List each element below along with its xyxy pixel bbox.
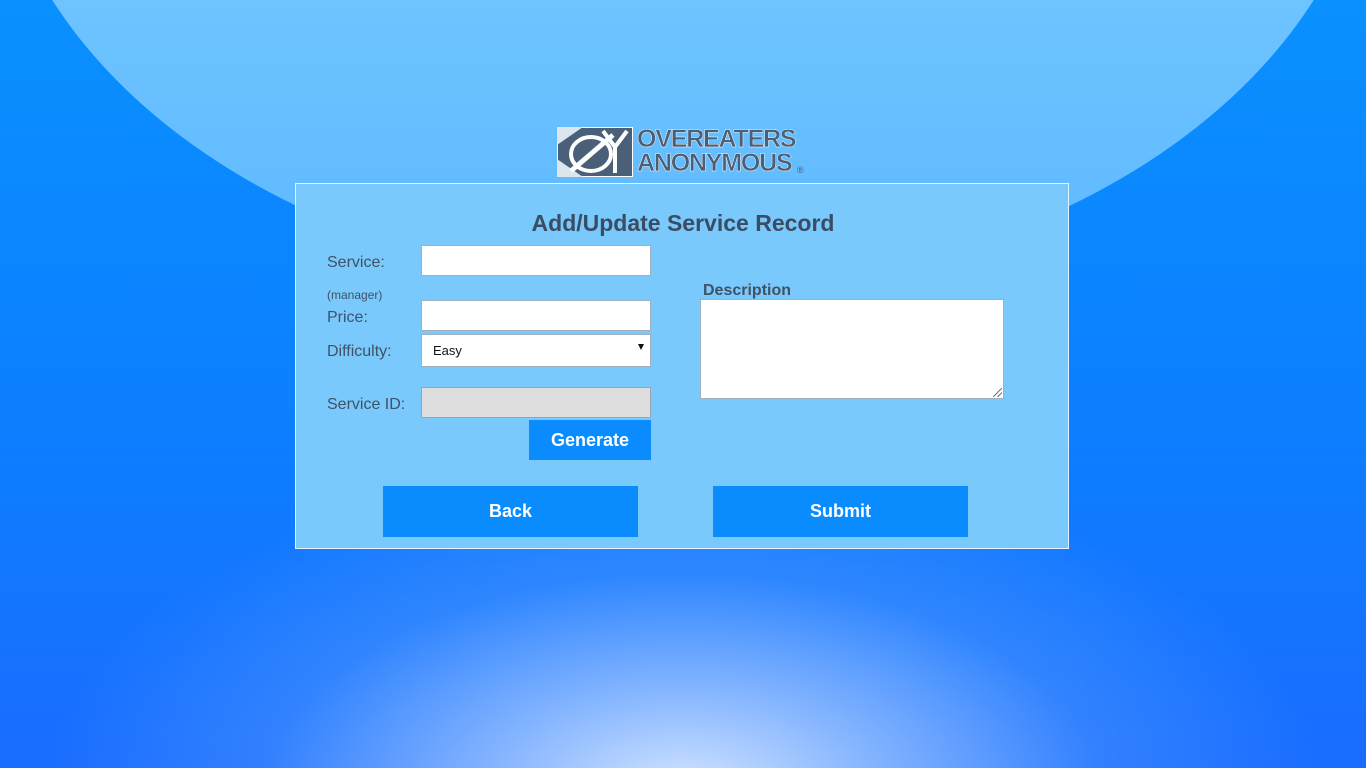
oa-logo: OVEREATERS ANONYMOUS ®	[557, 125, 809, 179]
back-button[interactable]: Back	[383, 486, 638, 537]
oa-logo-wordmark: OVEREATERS ANONYMOUS	[637, 125, 797, 177]
generate-button[interactable]: Generate	[529, 420, 651, 460]
manager-note: (manager)	[327, 288, 383, 302]
form-title: Add/Update Service Record	[531, 210, 835, 236]
logo-line-2: ANONYMOUS	[637, 149, 793, 177]
price-label: Price:	[327, 309, 368, 326]
service-id-input	[421, 387, 651, 418]
description-textarea[interactable]	[700, 299, 1004, 399]
difficulty-label: Difficulty:	[327, 343, 392, 360]
service-label: Service:	[327, 254, 385, 271]
difficulty-selected-value: Easy	[433, 343, 462, 358]
description-label: Description	[703, 282, 792, 299]
oa-logo-mark-icon	[557, 127, 633, 177]
service-id-label: Service ID:	[327, 396, 406, 413]
logo-line-1: OVEREATERS	[637, 125, 797, 153]
dropdown-arrow-icon	[638, 344, 644, 350]
service-record-form: Add/Update Service Record Service: (mana…	[295, 183, 1069, 549]
difficulty-select[interactable]: Easy	[421, 334, 651, 367]
registered-mark: ®	[797, 165, 804, 175]
service-input[interactable]	[421, 245, 651, 276]
price-input[interactable]	[421, 300, 651, 331]
resize-grip-icon[interactable]	[993, 388, 1002, 397]
submit-button[interactable]: Submit	[713, 486, 968, 537]
